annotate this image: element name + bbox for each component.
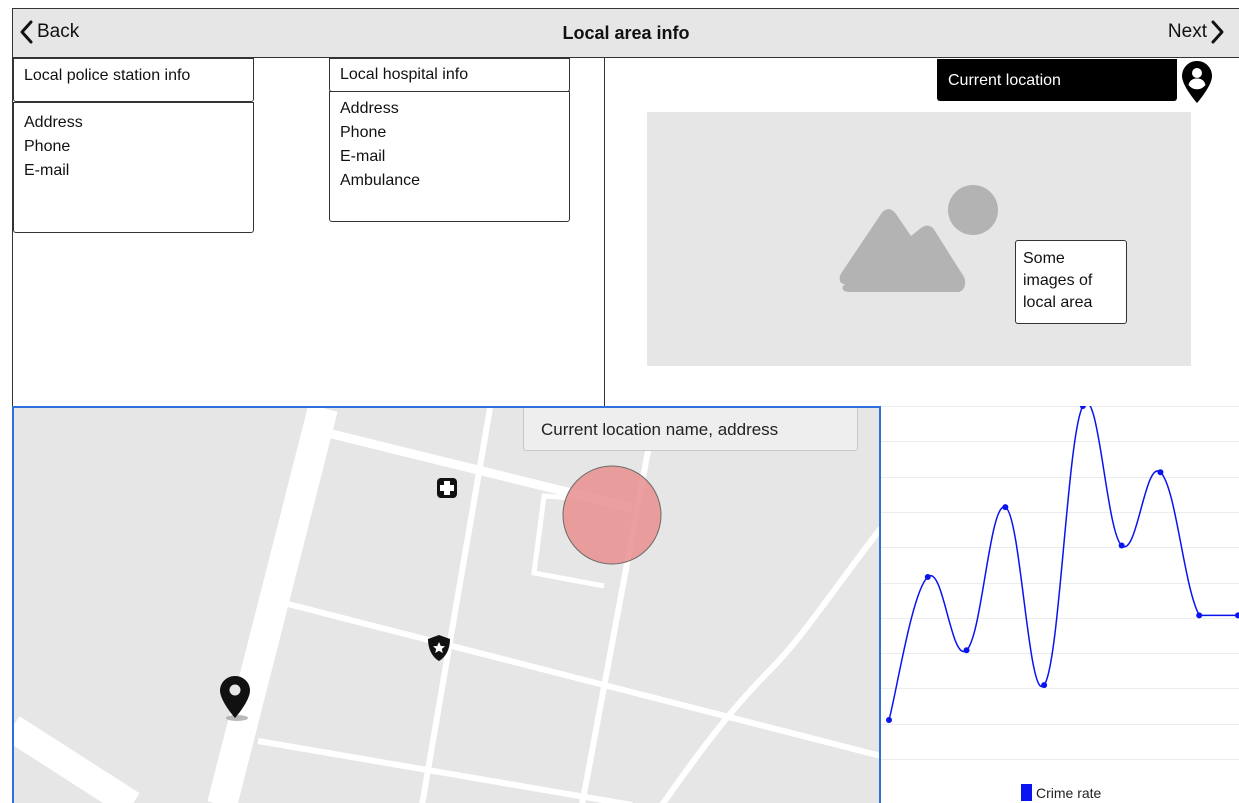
crime-rate-series-line — [888, 402, 1238, 721]
current-location-label: Current location — [948, 72, 1061, 89]
next-button[interactable]: Next — [1168, 19, 1227, 45]
hospital-address: Address — [340, 100, 399, 117]
map-pin-icon[interactable] — [217, 674, 253, 724]
page-title: Local area info — [562, 23, 690, 43]
hospital-email: E-mail — [340, 148, 386, 165]
police-email: E-mail — [24, 162, 70, 179]
legend-label: Crime rate — [1036, 784, 1102, 801]
police-address: Address — [24, 114, 83, 131]
next-label: Next — [1167, 21, 1207, 42]
police-info-title: Local police station info — [24, 67, 191, 84]
crime-rate-point-0[interactable] — [886, 717, 892, 723]
current-location-name-address: Current location name, address — [523, 408, 858, 451]
crime-rate-point-1[interactable] — [924, 573, 931, 580]
police-info-card: Address Phone E-mail — [13, 102, 254, 233]
crime-rate-point-6[interactable] — [1118, 542, 1125, 549]
hospital-icon[interactable] — [436, 477, 458, 499]
location-panel: Current location Some images of local ar… — [605, 58, 1239, 406]
police-icon[interactable] — [427, 634, 451, 662]
crime-rate-point-2[interactable] — [963, 647, 970, 654]
current-location-button[interactable]: Current location — [937, 59, 1177, 101]
map-streets — [14, 408, 879, 803]
police-info-header[interactable]: Local police station info — [13, 58, 254, 102]
chevron-right-icon — [1211, 20, 1224, 44]
image-placeholder-icon — [839, 185, 998, 292]
chart-legend: Crime rate — [1021, 784, 1101, 801]
police-phone: Phone — [24, 138, 71, 155]
hospital-info-header[interactable]: Local hospital info — [329, 58, 570, 92]
legend-swatch — [1021, 784, 1032, 801]
crime-rate-chart: Crime rate — [881, 402, 1239, 803]
crime-rate-point-7[interactable] — [1157, 469, 1164, 476]
user-location-pin-icon[interactable] — [1181, 60, 1213, 104]
crime-rate-point-4[interactable] — [1041, 682, 1048, 689]
crime-rate-point-5[interactable] — [1079, 403, 1086, 409]
current-location-highlight — [562, 465, 662, 565]
hospital-phone: Phone — [340, 124, 387, 141]
hospital-info-title: Local hospital info — [340, 66, 469, 83]
info-panel: Local police station info Address Phone … — [12, 58, 605, 406]
crime-rate-line-chart — [881, 402, 1239, 760]
crime-rate-point-9[interactable] — [1235, 612, 1239, 619]
hospital-info-card: Address Phone E-mail Ambulance — [329, 91, 570, 222]
local-area-image-placeholder — [647, 112, 1191, 366]
hospital-ambulance: Ambulance — [340, 172, 421, 189]
local-area-images-note: Some images of local area — [1015, 240, 1127, 324]
crime-rate-point-8[interactable] — [1196, 612, 1203, 619]
crime-rate-point-3[interactable] — [1002, 504, 1009, 511]
top-navigation-bar: Back Local area info Next — [12, 8, 1239, 58]
area-map[interactable]: Current location name, address — [12, 406, 881, 803]
